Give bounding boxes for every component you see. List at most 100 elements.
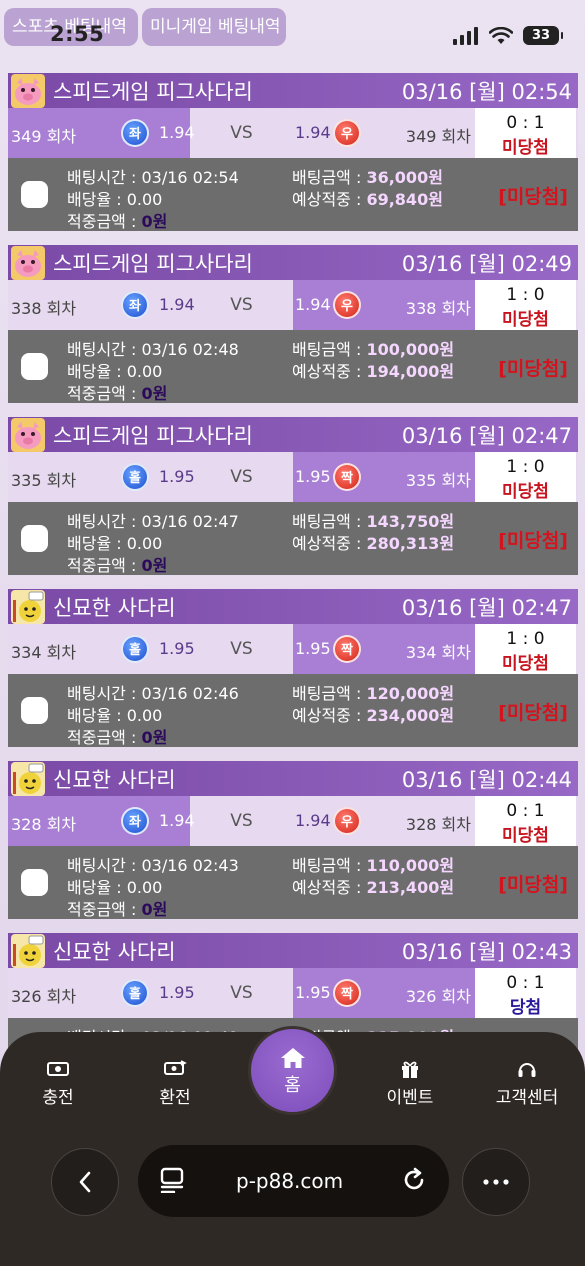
bet-detail-row: 배팅시간 : 03/16 02:54 배당율 : 0.00 적중금액 : 0원 …: [8, 158, 578, 231]
odds-label: 배당율 :: [67, 878, 127, 897]
bet-amount-line: 배팅금액 : 110,000원: [292, 852, 454, 876]
nav-exchange-label: 환전: [159, 1088, 191, 1108]
result-status: 미당첨: [502, 826, 549, 846]
odds-value: 0.00: [126, 534, 163, 553]
nav-exchange[interactable]: 환전: [125, 1058, 225, 1108]
tab-minigame-bet-history[interactable]: 미니게임 베팅내역: [142, 8, 286, 46]
hit-amount-label: 적중금액 :: [67, 556, 142, 575]
nav-event-label: 이벤트: [386, 1088, 434, 1108]
right-pick-badge: 우: [333, 807, 361, 835]
nav-event[interactable]: 이벤트: [360, 1058, 460, 1108]
expected-line: 예상적중 : 194,000원: [292, 358, 454, 382]
result-score: 0 : 1: [506, 801, 545, 821]
left-odds: 1.94: [159, 811, 195, 830]
bet-time-line: 배팅시간 : 03/16 02:54: [67, 164, 239, 188]
bet-select-checkbox[interactable]: [21, 181, 48, 208]
left-round: 326 회차: [11, 987, 77, 1006]
left-pick-cell: 334 회차 홀 1.95: [8, 624, 195, 674]
cash-icon: [47, 1062, 69, 1076]
result-score: 1 : 0: [506, 457, 545, 477]
left-pick-cell: 349 회차 좌 1.94: [8, 108, 195, 158]
vs-label: VS: [230, 123, 253, 143]
hit-amount-value: 0원: [141, 556, 168, 575]
signal-icon: [453, 26, 478, 45]
pig-icon: [11, 73, 45, 108]
bet-card: 스피드게임 피그사다리 03/16 [월] 02:54 349 회차 좌 1.9…: [8, 73, 578, 231]
bet-amount-label: 배팅금액 :: [292, 856, 367, 875]
right-pick-cell: 1.95 짝 335 회차: [293, 452, 475, 502]
gift-icon: [402, 1061, 418, 1078]
browser-url-text: p-p88.com: [236, 1169, 344, 1193]
expected-value: 69,840원: [366, 190, 443, 209]
hit-amount-line: 적중금액 : 0원: [67, 724, 167, 748]
bet-time-value: 03/16 02:46: [141, 684, 239, 703]
game-datetime: 03/16 [월] 02:49: [401, 251, 572, 276]
right-pick-badge: 짝: [333, 463, 361, 491]
nav-home-button[interactable]: 홈: [248, 1026, 337, 1115]
game-name: 신묘한 사다리: [53, 939, 176, 964]
bet-card-header: 신묘한 사다리 03/16 [월] 02:44: [8, 761, 578, 796]
status-badge: [미당첨]: [498, 530, 568, 552]
hit-amount-value: 0원: [141, 384, 168, 403]
reload-icon[interactable]: [401, 1167, 427, 1193]
right-round: 334 회차: [405, 643, 471, 662]
odds-value: 0.00: [126, 878, 163, 897]
expected-line: 예상적중 : 213,400원: [292, 874, 454, 898]
odds-label: 배당율 :: [67, 190, 127, 209]
bet-card-header: 신묘한 사다리 03/16 [월] 02:43: [8, 933, 578, 968]
right-pick-badge: 우: [333, 291, 361, 319]
left-round: 335 회차: [11, 471, 77, 490]
game-icon: [11, 417, 45, 452]
browser-address-bar[interactable]: p-p88.com: [138, 1145, 449, 1217]
bet-select-checkbox[interactable]: [21, 869, 48, 896]
left-pick-cell: 326 회차 홀 1.95: [8, 968, 195, 1018]
reader-icon[interactable]: [160, 1167, 184, 1193]
expected-line: 예상적중 : 69,840원: [292, 186, 443, 210]
result-box: 0 : 1 미당첨: [475, 108, 576, 158]
bet-time-value: 03/16 02:43: [141, 856, 239, 875]
status-badge: [미당첨]: [498, 186, 568, 208]
left-round: 338 회차: [11, 299, 77, 318]
hit-amount-label: 적중금액 :: [67, 900, 142, 919]
hit-amount-value: 0원: [141, 900, 168, 919]
game-name: 스피드게임 피그사다리: [53, 423, 253, 448]
expected-label: 예상적중 :: [292, 362, 367, 381]
right-pick-badge: 짝: [333, 979, 361, 1007]
vs-label: VS: [230, 295, 253, 315]
match-row: 338 회차 좌 1.94 VS 1.94 우 338 회차 1 : 0 미당첨: [8, 280, 578, 330]
match-row: 326 회차 홀 1.95 VS 1.95 짝 326 회차 0 : 1 당첨: [8, 968, 578, 1018]
pig-icon: [11, 245, 45, 280]
bet-select-checkbox[interactable]: [21, 353, 48, 380]
browser-more-button[interactable]: [462, 1148, 530, 1216]
result-score: 0 : 1: [506, 113, 545, 133]
right-pick-cell: 1.94 우 338 회차: [293, 280, 475, 330]
hit-amount-line: 적중금액 : 0원: [67, 896, 167, 920]
browser-back-button[interactable]: [51, 1148, 119, 1216]
result-score: 0 : 1: [506, 973, 545, 993]
bet-time-label: 배팅시간 :: [67, 684, 142, 703]
right-round: 335 회차: [405, 471, 471, 490]
game-name: 스피드게임 피그사다리: [53, 79, 253, 104]
result-box: 1 : 0 미당첨: [475, 452, 576, 502]
result-box: 1 : 0 미당첨: [475, 624, 576, 674]
bet-amount-label: 배팅금액 :: [292, 512, 367, 531]
right-round: 326 회차: [405, 987, 471, 1006]
nav-support[interactable]: 고객센터: [477, 1058, 577, 1108]
hit-amount-value: 0원: [141, 728, 168, 747]
bet-select-checkbox[interactable]: [21, 525, 48, 552]
bet-amount-label: 배팅금액 :: [292, 684, 367, 703]
odds-value: 0.00: [126, 190, 163, 209]
odds-line: 배당율 : 0.00: [67, 358, 162, 382]
bet-select-checkbox[interactable]: [21, 697, 48, 724]
odds-value: 0.00: [126, 362, 163, 381]
bet-card-header: 스피드게임 피그사다리 03/16 [월] 02:47: [8, 417, 578, 452]
bet-time-label: 배팅시간 :: [67, 512, 142, 531]
right-odds: 1.95: [295, 639, 331, 658]
nav-charge[interactable]: 충전: [8, 1058, 108, 1108]
expected-label: 예상적중 :: [292, 878, 367, 897]
more-dots-icon: [483, 1179, 509, 1185]
expected-label: 예상적중 :: [292, 534, 367, 553]
hit-amount-label: 적중금액 :: [67, 212, 142, 231]
battery-icon: 33: [523, 26, 563, 45]
bet-amount-line: 배팅금액 : 100,000원: [292, 336, 454, 360]
